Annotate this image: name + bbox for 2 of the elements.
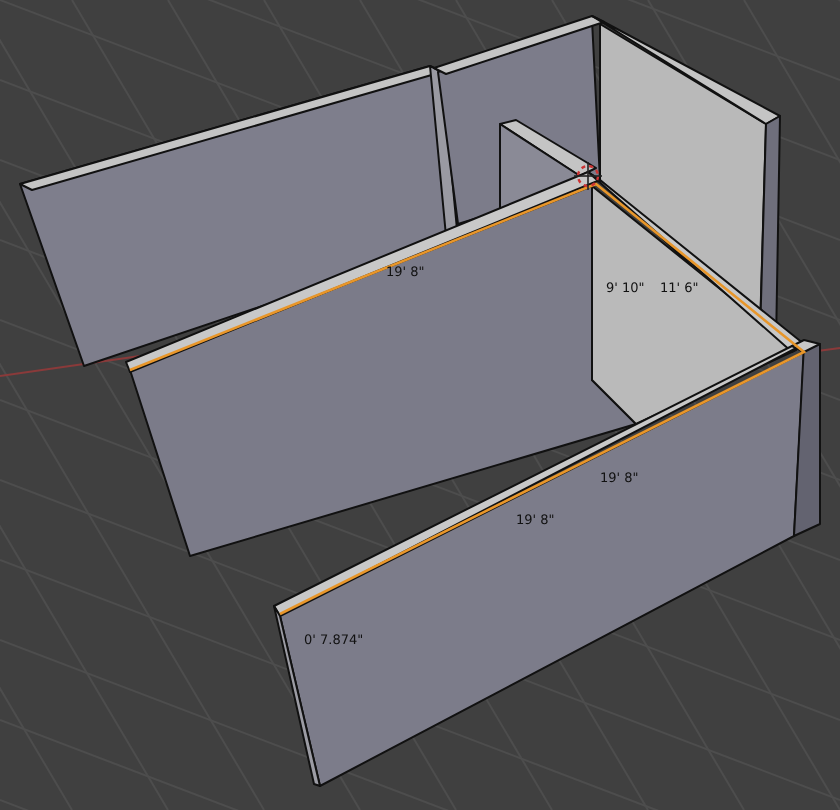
x-axis-line — [0, 355, 141, 377]
3d-cursor-icon — [573, 161, 603, 191]
